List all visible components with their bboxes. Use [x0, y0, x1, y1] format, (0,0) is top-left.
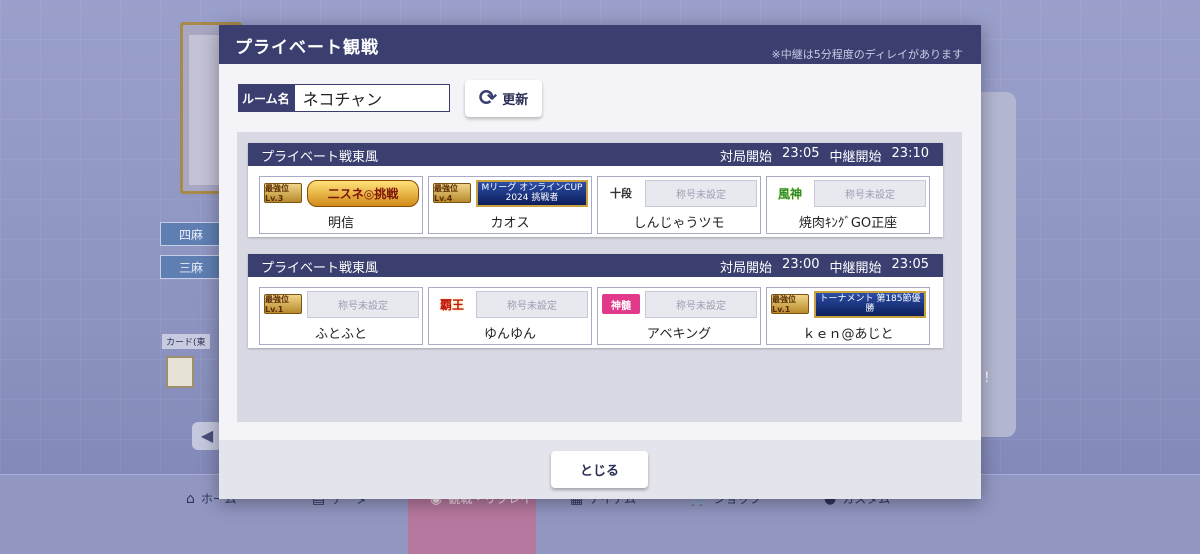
- match-players: 最強位Lv.1 称号未設定 ふとふと 覇王 称号未設定 ゆんゆん 神髄 称号未設…: [259, 287, 930, 345]
- match-name: プライベート戦東風: [261, 261, 379, 276]
- player-name: しんじゃうツモ: [633, 216, 725, 231]
- room-name-input[interactable]: ネコチャン: [293, 84, 450, 112]
- player-name: カオス: [490, 216, 530, 231]
- title-plate: トーナメント 第185節優勝: [814, 291, 926, 318]
- player-name: ゆんゆん: [483, 327, 536, 342]
- player-slot[interactable]: 覇王 称号未設定 ゆんゆん: [428, 287, 592, 345]
- title-plate: 称号未設定: [645, 180, 757, 207]
- player-slot[interactable]: 最強位Lv.3 二スネ◎挑戦 明信: [259, 176, 423, 234]
- mode-pill-3: 三麻: [160, 255, 220, 279]
- player-name: ふとふと: [314, 327, 367, 342]
- player-slot[interactable]: 神髄 称号未設定 アベキング: [597, 287, 761, 345]
- title-plate: 二スネ◎挑戦: [307, 180, 419, 207]
- player-name: アベキング: [646, 327, 712, 342]
- title-plate: Mリーグ オンラインCUP 2024 挑戦者: [476, 180, 588, 207]
- match-header: プライベート戦東風 対局開始 23:00 中継開始 23:05: [248, 254, 943, 277]
- home-icon: ⌂: [186, 490, 195, 507]
- rank-badge: 風神: [777, 186, 802, 201]
- card-label: カード(東: [162, 334, 210, 349]
- player-slot[interactable]: 最強位Lv.4 Mリーグ オンラインCUP 2024 挑戦者 カオス: [428, 176, 592, 234]
- dialog-title: プライベート観戦: [235, 38, 379, 58]
- match-times: 対局開始 23:00 中継開始 23:05: [720, 257, 929, 276]
- rank-badge: 最強位Lv.1: [771, 294, 809, 314]
- exclamation-icon: !: [984, 370, 990, 386]
- title-plate: 称号未設定: [476, 291, 588, 318]
- player-slot[interactable]: 風神 称号未設定 焼肉ｷﾝｸﾞGO正座: [766, 176, 930, 234]
- refresh-icon: ⟳: [478, 85, 498, 111]
- player-slot[interactable]: 十段 称号未設定 しんじゃうツモ: [597, 176, 761, 234]
- match-list: プライベート戦東風 対局開始 23:05 中継開始 23:10 最強位Lv.3 …: [237, 132, 962, 422]
- player-name: 明信: [327, 216, 354, 231]
- mode-pill-4: 四麻: [160, 222, 220, 246]
- room-name-label: ルーム名: [238, 84, 294, 112]
- dialog-body: ルーム名 ネコチャン ⟳ 更新 プライベート戦東風 対局開始 23:05 中継開…: [219, 64, 981, 440]
- title-plate: 称号未設定: [307, 291, 419, 318]
- title-plate: 称号未設定: [645, 291, 757, 318]
- player-slot[interactable]: 最強位Lv.1 称号未設定 ふとふと: [259, 287, 423, 345]
- rank-badge: 最強位Lv.4: [433, 183, 471, 203]
- refresh-button[interactable]: ⟳ 更新: [465, 80, 542, 117]
- private-spectate-dialog: プライベート観戦 ※中継は5分程度のディレイがあります ルーム名 ネコチャン ⟳…: [219, 25, 981, 499]
- room-search: ルーム名 ネコチャン: [238, 84, 450, 112]
- match-card[interactable]: プライベート戦東風 対局開始 23:00 中継開始 23:05 最強位Lv.1 …: [248, 254, 943, 348]
- delay-note: ※中継は5分程度のディレイがあります: [771, 48, 963, 61]
- rank-badge: 最強位Lv.3: [264, 183, 302, 203]
- dialog-header: プライベート観戦 ※中継は5分程度のディレイがあります: [219, 25, 981, 64]
- match-name: プライベート戦東風: [261, 150, 379, 165]
- close-button[interactable]: とじる: [551, 451, 648, 488]
- player-slot[interactable]: 最強位Lv.1 トーナメント 第185節優勝 ｋｅｎ@あじと: [766, 287, 930, 345]
- match-players: 最強位Lv.3 二スネ◎挑戦 明信 最強位Lv.4 Mリーグ オンラインCUP …: [259, 176, 930, 234]
- back-arrow-icon: ◀: [192, 422, 222, 450]
- match-header: プライベート戦東風 対局開始 23:05 中継開始 23:10: [248, 143, 943, 166]
- match-card[interactable]: プライベート戦東風 対局開始 23:05 中継開始 23:10 最強位Lv.3 …: [248, 143, 943, 237]
- title-plate: 称号未設定: [814, 180, 926, 207]
- rank-badge: 神髄: [602, 294, 640, 314]
- match-times: 対局開始 23:05 中継開始 23:10: [720, 146, 929, 165]
- rank-badge: 十段: [610, 187, 632, 200]
- player-name: 焼肉ｷﾝｸﾞGO正座: [798, 216, 898, 231]
- rank-badge: 最強位Lv.1: [264, 294, 302, 314]
- player-name: ｋｅｎ@あじと: [802, 327, 894, 342]
- book-icon: [166, 356, 194, 388]
- rank-badge: 覇王: [439, 297, 464, 312]
